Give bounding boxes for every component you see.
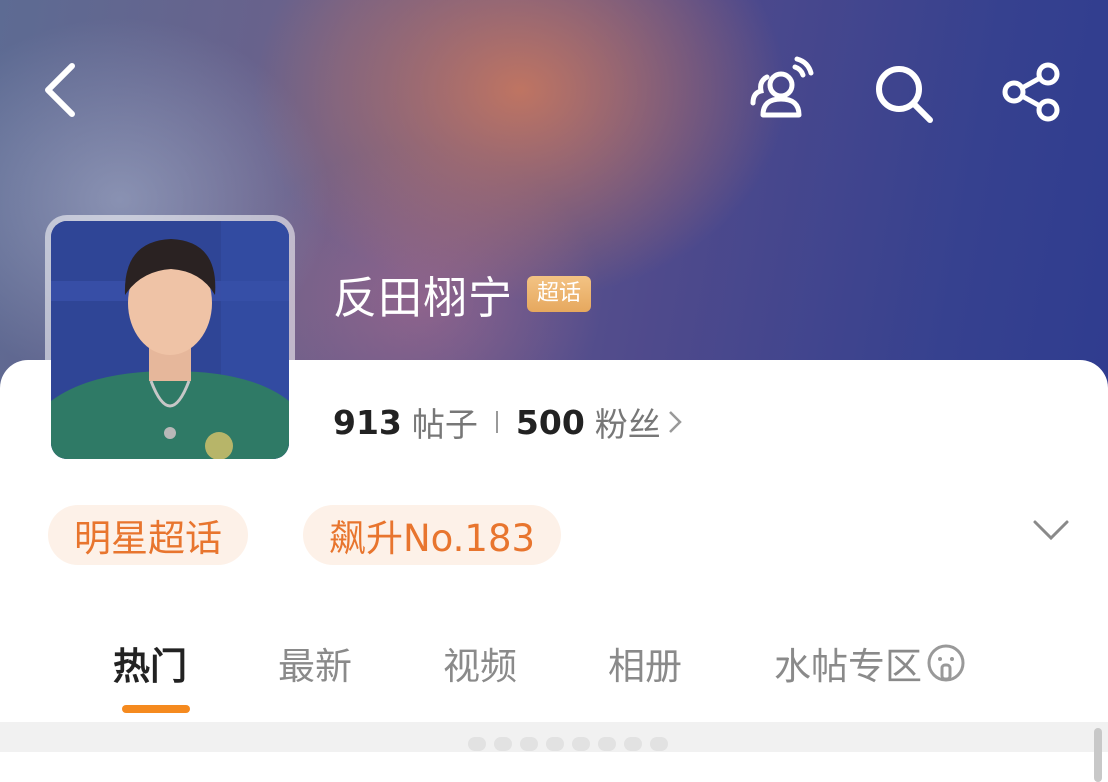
chevron-left-icon: [45, 63, 75, 117]
posts-label: 帖子: [411, 405, 478, 444]
tab-hot[interactable]: 热门: [113, 636, 187, 690]
tab-latest[interactable]: 最新: [278, 636, 352, 690]
search-icon: [876, 66, 933, 123]
topic-tabs: 热门 最新 视频 相册 水帖专区: [0, 636, 1108, 696]
fans-label: 粉丝: [594, 405, 661, 444]
chevron-down-icon: [1033, 520, 1069, 541]
posts-count: 913: [333, 402, 402, 442]
people-broadcast-icon: [750, 56, 814, 118]
fans-count: 500: [515, 402, 585, 442]
scrollbar[interactable]: [1094, 728, 1102, 782]
topic-title-row: 反田栩宁 超话: [333, 262, 592, 326]
avatar-photo: [51, 221, 289, 459]
super-topic-badge: 超话: [527, 276, 592, 312]
active-tab-indicator: [122, 705, 190, 713]
shush-emoji-icon: [927, 644, 965, 682]
search-button[interactable]: [868, 58, 940, 130]
super-topic-members-button[interactable]: [742, 52, 818, 128]
tag-rising-rank[interactable]: 飙升No.183: [303, 505, 562, 565]
share-button[interactable]: [996, 56, 1068, 128]
topic-stats[interactable]: 913 帖子 500 粉丝: [333, 398, 683, 446]
avatar-portrait-image: [51, 221, 289, 459]
share-icon: [1002, 62, 1060, 122]
tab-album[interactable]: 相册: [608, 636, 682, 690]
tag-star-super-topic[interactable]: 明星超话: [48, 505, 248, 565]
expand-button[interactable]: [1026, 510, 1076, 550]
topic-avatar[interactable]: [45, 215, 295, 465]
back-button[interactable]: [30, 55, 90, 125]
loading-placeholder: [468, 737, 668, 751]
chevron-right-icon: [668, 411, 682, 433]
tab-water-posts[interactable]: 水帖专区: [774, 636, 966, 690]
tab-water-posts-label: 水帖专区: [774, 645, 922, 688]
stats-divider: [495, 411, 498, 433]
topic-name: 反田栩宁: [333, 273, 513, 324]
tab-video[interactable]: 视频: [443, 636, 517, 690]
